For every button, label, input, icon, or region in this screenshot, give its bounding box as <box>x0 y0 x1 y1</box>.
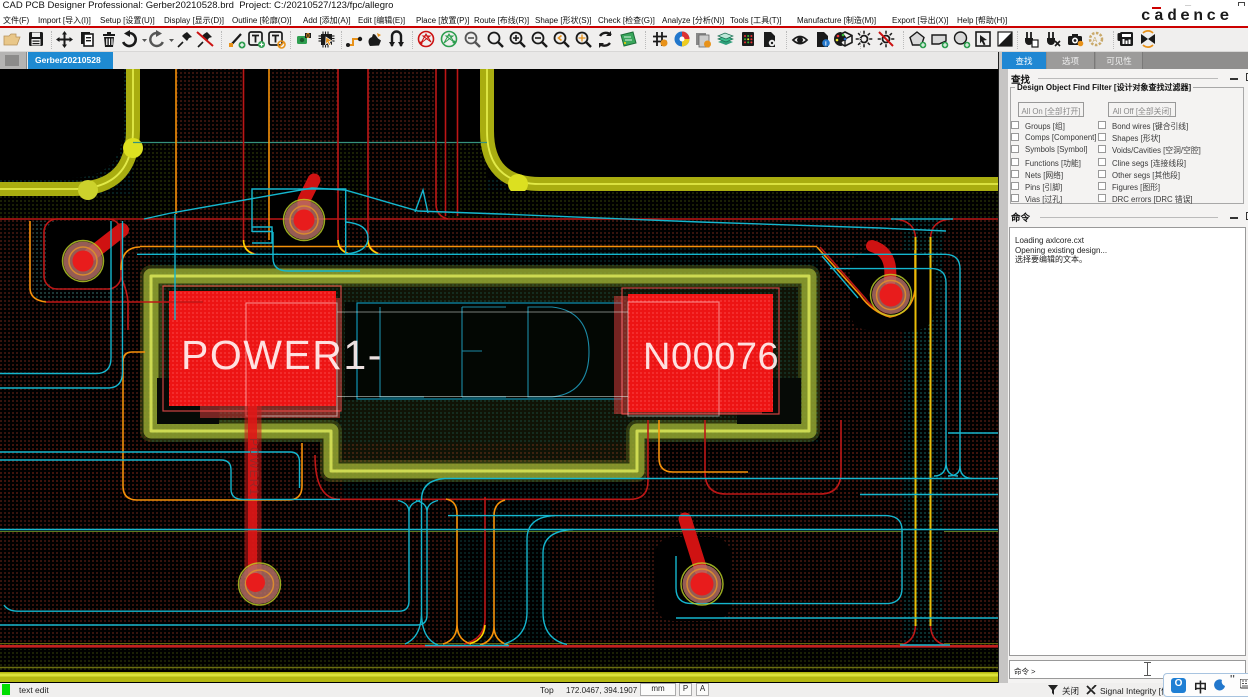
svg-text:N00076: N00076 <box>643 336 779 378</box>
svg-text:POWER1-: POWER1- <box>181 332 383 378</box>
svg-text:0: 0 <box>306 33 310 40</box>
svg-text:A: A <box>1093 37 1098 44</box>
svg-text:POWER1: POWER1 <box>247 438 261 496</box>
